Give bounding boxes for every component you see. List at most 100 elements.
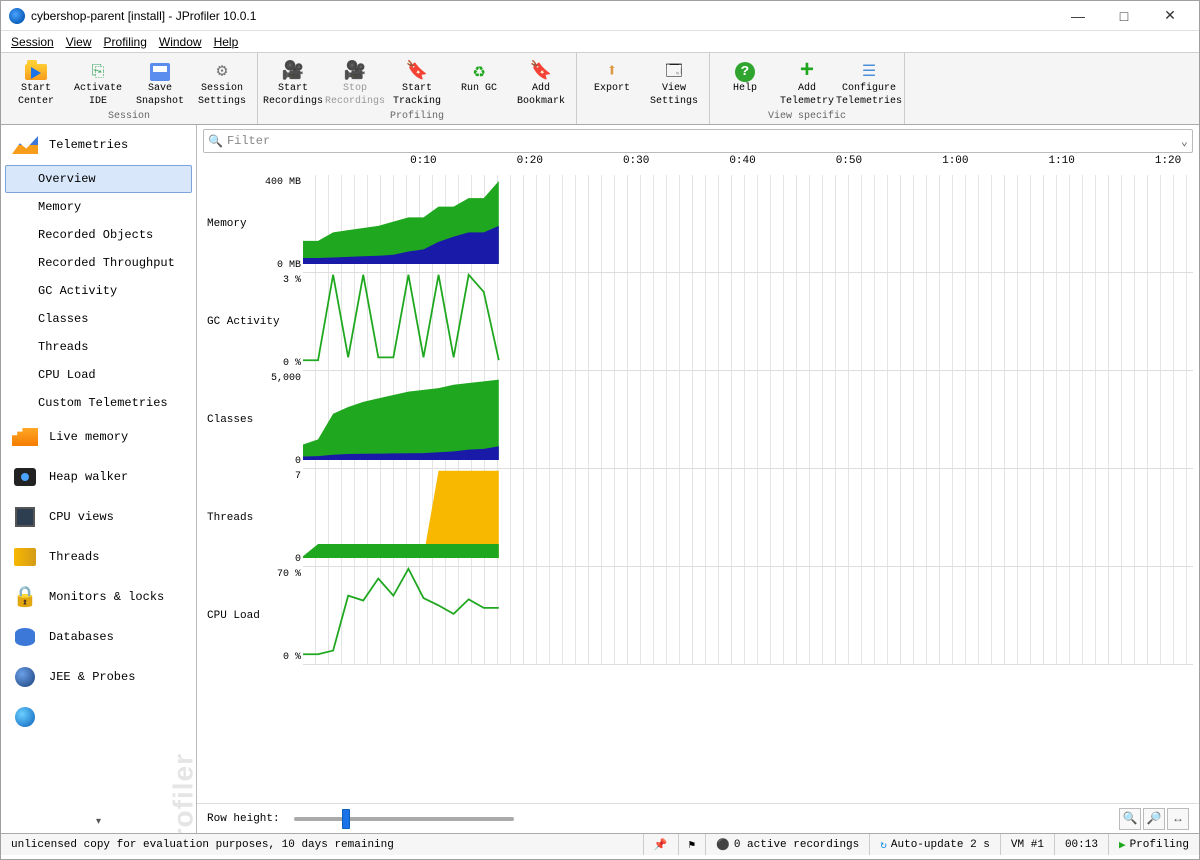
status-vm[interactable]: VM #1: [1000, 834, 1054, 855]
refresh-icon: ↻: [880, 838, 887, 852]
sidebar-sub-custom-telemetries[interactable]: Custom Telemetries: [1, 389, 196, 417]
toolbar-configure-telemetries[interactable]: ☰ConfigureTelemetries: [840, 57, 898, 109]
sidebar-sub-memory[interactable]: Memory: [1, 193, 196, 221]
sidebar-item-label: Heap walker: [49, 470, 128, 484]
toolbar-start-tracking[interactable]: 🔖StartTracking: [388, 57, 446, 109]
toolbar-run-gc[interactable]: ♻Run GC: [450, 57, 508, 109]
toolbar: StartCenter⎘ActivateIDESaveSnapshot⚙Sess…: [1, 53, 1199, 125]
maximize-button[interactable]: □: [1101, 1, 1147, 31]
chart-plot-area[interactable]: [303, 273, 1193, 371]
y-min: 0: [247, 456, 301, 467]
sidebar-item-label: Monitors & locks: [49, 590, 164, 604]
toolbar-stop-recordings: 🎥StopRecordings: [326, 57, 384, 109]
toolbar-help[interactable]: ?Help: [716, 57, 774, 109]
sidebar-item-jee-probes[interactable]: JEE & Probes: [1, 657, 196, 697]
status-pin-icon[interactable]: 📌: [643, 834, 678, 855]
slider-thumb[interactable]: [342, 809, 350, 829]
sidebar-sub-cpu-load[interactable]: CPU Load: [1, 361, 196, 389]
toolbar-session-settings[interactable]: ⚙SessionSettings: [193, 57, 251, 109]
fit-width-button[interactable]: ↔: [1167, 808, 1189, 830]
sidebar-item-monitors-locks[interactable]: 🔒 Monitors & locks: [1, 577, 196, 617]
time-tick: 0:10: [410, 155, 436, 167]
statusbar: unlicensed copy for evaluation purposes,…: [1, 833, 1199, 855]
toolbar-save-snapshot[interactable]: SaveSnapshot: [131, 57, 189, 109]
menu-profiling[interactable]: Profiling: [104, 35, 147, 49]
series-gc: [303, 275, 499, 360]
sidebar-sub-gc-activity[interactable]: GC Activity: [1, 277, 196, 305]
filter-placeholder: Filter: [227, 134, 270, 148]
y-min: 0 %: [247, 358, 301, 369]
probe-icon: [11, 665, 39, 689]
ide-icon: ⎘: [86, 62, 110, 82]
sidebar-expand-icon[interactable]: ▾: [96, 816, 101, 827]
row-height-slider[interactable]: [294, 817, 514, 821]
zoom-in-button[interactable]: 🔍: [1119, 808, 1141, 830]
toolbar-export[interactable]: ⬆Export: [583, 57, 641, 109]
cpu-icon: [11, 505, 39, 529]
track-icon: 🔖: [405, 62, 429, 82]
status-recordings[interactable]: ⚫ 0 active recordings: [705, 834, 869, 855]
time-tick: 1:10: [1048, 155, 1074, 167]
db-icon: [11, 625, 39, 649]
tele-icon: [11, 133, 39, 157]
chart-plot-area[interactable]: [303, 469, 1193, 567]
sidebar-sub-classes[interactable]: Classes: [1, 305, 196, 333]
menu-window[interactable]: Window: [159, 35, 202, 49]
sidebar-item-heap-walker[interactable]: Heap walker: [1, 457, 196, 497]
close-button[interactable]: ✕: [1147, 1, 1193, 31]
sidebar-item-databases[interactable]: Databases: [1, 617, 196, 657]
window-title: cybershop-parent [install] - JProfiler 1…: [31, 9, 256, 23]
status-state: ▶ Profiling: [1108, 834, 1199, 855]
sidebar-sub-recorded-objects[interactable]: Recorded Objects: [1, 221, 196, 249]
series-total: [303, 544, 499, 558]
toolbar-add-telemetry[interactable]: +AddTelemetry: [778, 57, 836, 109]
sidebar-sub-threads[interactable]: Threads: [1, 333, 196, 361]
sidebar-sub-recorded-throughput[interactable]: Recorded Throughput: [1, 249, 196, 277]
toolbar-activate-ide[interactable]: ⎘ActivateIDE: [69, 57, 127, 109]
settings-icon: ⚙: [210, 62, 234, 82]
toolbar-group-label: View specific: [716, 111, 898, 122]
menubar: Session View Profiling Window Help: [1, 31, 1199, 53]
status-auto-update[interactable]: ↻ Auto-update 2 s: [869, 834, 1000, 855]
toolbar-add-bookmark[interactable]: 🔖AddBookmark: [512, 57, 570, 109]
sidebar-item-cpu-views[interactable]: CPU views: [1, 497, 196, 537]
menu-session[interactable]: Session: [11, 35, 54, 49]
toolbar-start-recordings[interactable]: 🎥StartRecordings: [264, 57, 322, 109]
sidebar-item-label: CPU views: [49, 510, 114, 524]
rec-stop-icon: 🎥: [343, 62, 367, 82]
heap-icon: [11, 465, 39, 489]
menu-help[interactable]: Help: [214, 35, 239, 49]
sidebar-item-telemetries[interactable]: Telemetries: [1, 125, 196, 165]
zoom-out-button[interactable]: 🔎: [1143, 808, 1165, 830]
y-max: 7: [247, 471, 301, 482]
row-height-bar: Row height: 🔍 🔎 ↔: [197, 803, 1199, 833]
chart-plot-area[interactable]: [303, 567, 1193, 665]
time-tick: 0:40: [729, 155, 755, 167]
toolbar-start-center[interactable]: StartCenter: [7, 57, 65, 109]
chart-threads: Threads70: [203, 469, 1193, 567]
sidebar-item-label: Databases: [49, 630, 114, 644]
series-cpu: [303, 569, 499, 654]
chart-cpu-load: CPU Load70 %0 %: [203, 567, 1193, 665]
sidebar-sub-overview[interactable]: Overview: [5, 165, 192, 193]
chart-plot-area[interactable]: [303, 175, 1193, 273]
sidebar-item-live-memory[interactable]: Live memory: [1, 417, 196, 457]
disk-icon: [148, 62, 172, 82]
chart-plot-area[interactable]: [303, 371, 1193, 469]
chevron-down-icon[interactable]: ⌄: [1181, 134, 1188, 149]
filter-input[interactable]: 🔍 Filter ⌄: [203, 129, 1193, 153]
toolbar-view-settings[interactable]: 🗔ViewSettings: [645, 57, 703, 109]
conf-icon: ☰: [857, 62, 881, 82]
chart-label: CPU Load: [203, 567, 303, 665]
sidebar-item-threads[interactable]: Threads: [1, 537, 196, 577]
minimize-button[interactable]: —: [1055, 1, 1101, 31]
status-flag-icon[interactable]: ⚑: [678, 834, 706, 855]
gc-icon: ♻: [467, 62, 491, 82]
sidebar-item-label: JEE & Probes: [49, 670, 135, 684]
sidebar-item-mbeans[interactable]: [1, 697, 196, 737]
menu-view[interactable]: View: [66, 35, 92, 49]
lock-icon: 🔒: [11, 585, 39, 609]
chart-label: GC Activity: [203, 273, 303, 371]
y-max: 5,000: [247, 373, 301, 384]
time-tick: 1:20: [1155, 155, 1181, 167]
